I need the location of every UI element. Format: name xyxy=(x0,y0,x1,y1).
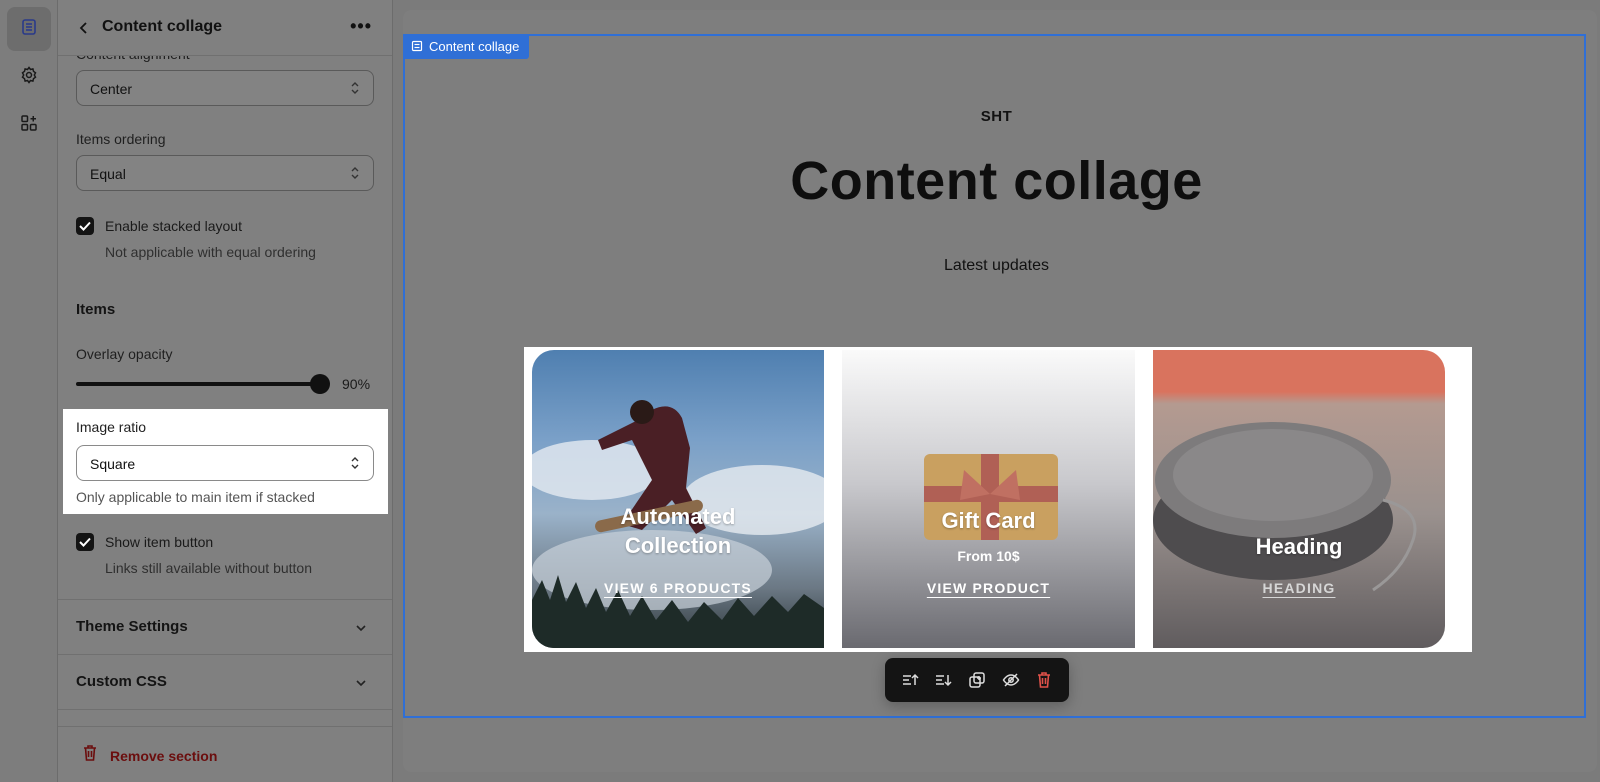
card-subtitle: From 10$ xyxy=(957,548,1020,564)
move-down-icon[interactable] xyxy=(932,669,954,691)
more-options-icon[interactable]: ••• xyxy=(350,16,372,37)
card-title: Heading xyxy=(1255,534,1343,559)
move-up-icon[interactable] xyxy=(899,669,921,691)
select-chevron-icon xyxy=(349,455,361,471)
apps-icon xyxy=(19,113,39,138)
card-title-line1: Automated xyxy=(620,504,736,529)
collage-card-gift-card[interactable]: Gift Card From 10$ VIEW PRODUCT xyxy=(842,350,1135,648)
image-ratio-help: Only applicable to main item if stacked xyxy=(76,489,315,505)
icon-rail xyxy=(0,0,58,782)
stacked-layout-checkbox[interactable] xyxy=(76,217,94,235)
block-toolbar xyxy=(885,658,1069,702)
custom-css-row[interactable]: Custom CSS xyxy=(58,655,392,709)
preview-canvas: Content collage SHT Content collage Late… xyxy=(393,0,1600,782)
section-settings-panel: Content collage ••• Content alignment Ce… xyxy=(58,0,393,782)
image-ratio-value: Square xyxy=(90,456,136,472)
sections-icon xyxy=(19,17,39,42)
card-link[interactable]: HEADING xyxy=(1153,580,1445,596)
trash-icon xyxy=(82,744,98,767)
speaker-image xyxy=(1153,422,1417,592)
section-description: Latest updates xyxy=(944,257,1049,274)
overlay-opacity-slider[interactable] xyxy=(76,382,320,386)
panel-header: Content collage ••• xyxy=(58,0,392,56)
section-tag[interactable]: Content collage xyxy=(403,34,530,59)
divider xyxy=(58,709,392,710)
items-ordering-value: Equal xyxy=(90,166,126,182)
image-ratio-label: Image ratio xyxy=(76,419,147,435)
card-link[interactable]: VIEW PRODUCT xyxy=(842,580,1135,596)
remove-section-button[interactable]: Remove section xyxy=(82,744,217,767)
overlay-opacity-label: Overlay opacity xyxy=(76,346,173,362)
theme-settings-title: Theme Settings xyxy=(76,618,188,635)
select-chevron-icon xyxy=(349,165,361,181)
overlay-opacity-value: 90% xyxy=(342,376,371,392)
divider xyxy=(58,726,392,727)
gift-card-image xyxy=(924,454,1058,540)
items-section-title: Items xyxy=(76,301,116,318)
sections-nav-button[interactable] xyxy=(7,7,51,51)
show-item-button-help: Links still available without button xyxy=(105,560,313,576)
panel-title: Content collage xyxy=(102,18,223,35)
card-title: Gift Card xyxy=(941,508,1036,533)
content-alignment-value: Center xyxy=(90,81,133,97)
chevron-down-icon xyxy=(354,621,368,635)
stacked-layout-label: Enable stacked layout xyxy=(105,218,242,234)
collage-card-collection[interactable]: Automated Collection VIEW 6 PRODUCTS xyxy=(532,350,824,648)
slider-thumb[interactable] xyxy=(310,374,330,394)
settings-gear-icon xyxy=(19,65,39,90)
items-ordering-select[interactable]: Equal xyxy=(76,155,374,191)
custom-css-title: Custom CSS xyxy=(76,673,167,690)
apps-nav-button[interactable] xyxy=(7,103,51,147)
delete-icon[interactable] xyxy=(1033,669,1055,691)
hide-icon[interactable] xyxy=(1000,669,1022,691)
section-tag-icon xyxy=(411,39,423,59)
image-ratio-select[interactable]: Square xyxy=(76,445,374,481)
section-tag-label: Content collage xyxy=(429,39,520,54)
theme-settings-nav-button[interactable] xyxy=(7,55,51,99)
duplicate-icon[interactable] xyxy=(966,669,988,691)
back-icon[interactable] xyxy=(74,18,94,38)
theme-settings-row[interactable]: Theme Settings xyxy=(58,600,392,654)
collage-card-heading[interactable]: Heading HEADING xyxy=(1153,350,1445,648)
show-item-button-label: Show item button xyxy=(105,534,214,550)
card-link[interactable]: VIEW 6 PRODUCTS xyxy=(532,580,824,596)
section-heading: Content collage xyxy=(790,151,1203,211)
stacked-layout-help: Not applicable with equal ordering xyxy=(105,244,316,260)
image-ratio-setting: Image ratio Square Only applicable to ma… xyxy=(63,409,388,514)
collage-grid: Automated Collection VIEW 6 PRODUCTS Gif… xyxy=(524,347,1472,652)
section-subheading: SHT xyxy=(980,108,1013,125)
card-title-line2: Collection xyxy=(624,533,732,558)
remove-section-label: Remove section xyxy=(110,747,218,764)
chevron-down-icon xyxy=(354,676,368,690)
select-chevron-icon xyxy=(349,80,361,96)
content-alignment-select[interactable]: Center xyxy=(76,70,374,106)
show-item-button-checkbox[interactable] xyxy=(76,533,94,551)
items-ordering-label: Items ordering xyxy=(76,131,166,147)
skater-image xyxy=(532,400,824,648)
